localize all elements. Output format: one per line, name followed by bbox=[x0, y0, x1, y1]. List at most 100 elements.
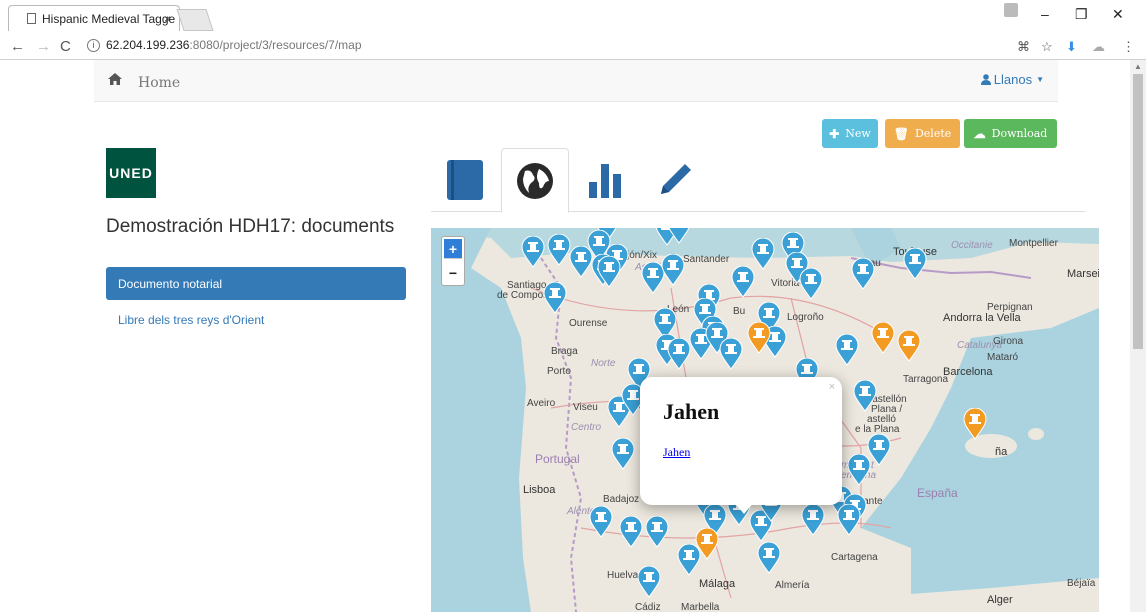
map-marker[interactable] bbox=[569, 245, 593, 278]
download-button[interactable]: ☁ Download bbox=[964, 119, 1057, 148]
map-pin-icon bbox=[569, 245, 593, 278]
popup-link[interactable]: Jahen bbox=[663, 445, 690, 460]
map-marker[interactable] bbox=[597, 255, 621, 288]
map-pin-icon bbox=[645, 515, 669, 548]
popup-tip bbox=[734, 502, 754, 514]
map-marker[interactable] bbox=[543, 281, 567, 314]
home-icon[interactable] bbox=[108, 73, 122, 85]
map-label: ña bbox=[995, 446, 1008, 458]
map-marker[interactable] bbox=[619, 515, 643, 548]
map-label: Porto bbox=[547, 366, 571, 377]
map-label: Cádiz bbox=[635, 602, 661, 612]
map-marker[interactable] bbox=[853, 379, 877, 412]
browser-tab[interactable]: Hispanic Medieval Tagge × bbox=[8, 5, 180, 31]
map-label: Ourense bbox=[569, 318, 608, 329]
sidebar-item-libre-dels-tres-reys[interactable]: Libre dels tres reys d'Orient bbox=[118, 313, 264, 327]
map-marker[interactable] bbox=[521, 235, 545, 268]
map-pin-icon bbox=[801, 503, 825, 536]
url-field[interactable]: i 62.204.199.236 :8080/project/3/resourc… bbox=[87, 38, 362, 52]
map-marker[interactable] bbox=[835, 333, 859, 366]
back-icon[interactable]: ← bbox=[10, 38, 25, 55]
map-marker[interactable] bbox=[897, 329, 921, 362]
map-marker[interactable] bbox=[645, 515, 669, 548]
map-pin-icon bbox=[695, 527, 719, 560]
reload-icon[interactable]: C bbox=[60, 38, 71, 55]
tab-close-icon[interactable]: × bbox=[164, 12, 171, 26]
popup-close-icon[interactable]: × bbox=[829, 381, 835, 393]
book-icon bbox=[447, 160, 483, 200]
map-marker[interactable] bbox=[747, 321, 771, 354]
map-marker[interactable] bbox=[667, 228, 691, 244]
tab-title: Hispanic Medieval Tagge bbox=[42, 11, 176, 26]
map-label: Barcelona bbox=[943, 366, 993, 378]
map-pin-icon bbox=[619, 515, 643, 548]
url-path: :8080/project/3/resources/7/map bbox=[189, 38, 362, 52]
map-pin-icon bbox=[597, 255, 621, 288]
map-marker[interactable] bbox=[661, 253, 685, 286]
map-label: Perpignan bbox=[987, 302, 1033, 313]
sidebar-item-documento-notarial[interactable]: Documento notarial bbox=[106, 267, 406, 300]
tab-map[interactable] bbox=[501, 148, 569, 213]
map-label: Santander bbox=[683, 254, 730, 265]
map-pin-icon bbox=[853, 379, 877, 412]
map-marker[interactable] bbox=[611, 437, 635, 470]
scroll-up-icon[interactable]: ▲ bbox=[1134, 62, 1142, 71]
map-label: Norte bbox=[591, 358, 616, 369]
map-marker[interactable] bbox=[589, 505, 613, 538]
download-extension-icon[interactable]: ⬇ bbox=[1066, 39, 1077, 55]
map-label: Málaga bbox=[699, 578, 736, 590]
tab-edit[interactable] bbox=[641, 148, 709, 212]
map-marker[interactable] bbox=[731, 265, 755, 298]
map-view[interactable]: + − Toulouse Occitanie Montpellier Marse… bbox=[431, 228, 1099, 612]
info-icon[interactable]: i bbox=[87, 38, 100, 52]
bookmark-star-icon[interactable]: ☆ bbox=[1041, 39, 1053, 55]
map-marker[interactable] bbox=[963, 407, 987, 440]
minimize-icon[interactable]: – bbox=[1041, 6, 1049, 22]
map-marker[interactable] bbox=[637, 565, 661, 598]
home-link[interactable]: Home bbox=[138, 75, 180, 91]
zoom-out-button[interactable]: − bbox=[442, 261, 464, 285]
map-marker[interactable] bbox=[871, 321, 895, 354]
zoom-control: + − bbox=[441, 236, 465, 286]
tab-statistics[interactable] bbox=[571, 148, 639, 212]
url-host: 62.204.199.236 bbox=[106, 38, 190, 52]
project-title: Demostración HDH17: documents bbox=[106, 216, 395, 237]
forward-icon[interactable]: → bbox=[36, 38, 51, 55]
restore-icon[interactable]: ❐ bbox=[1075, 6, 1088, 23]
window-close-icon[interactable]: ✕ bbox=[1112, 6, 1124, 23]
map-marker[interactable] bbox=[547, 233, 571, 266]
map-marker[interactable] bbox=[695, 527, 719, 560]
map-marker[interactable] bbox=[851, 257, 875, 290]
profile-icon[interactable] bbox=[1004, 3, 1018, 17]
extension-icon[interactable]: ☁ bbox=[1092, 39, 1105, 55]
globe-icon bbox=[517, 162, 553, 199]
map-marker[interactable] bbox=[801, 503, 825, 536]
map-marker[interactable] bbox=[847, 453, 871, 486]
map-pin-icon bbox=[667, 337, 691, 370]
bar-chart-icon bbox=[589, 164, 621, 198]
user-menu[interactable]: Llanos ▼ bbox=[980, 72, 1044, 87]
page: Home Llanos ▼ ✚ New 🗑 Delete ☁ Download … bbox=[0, 60, 1130, 612]
map-marker[interactable] bbox=[757, 541, 781, 574]
map-pin-icon bbox=[589, 505, 613, 538]
plus-icon: ✚ bbox=[829, 126, 840, 141]
new-tab-button[interactable] bbox=[176, 9, 214, 31]
map-marker[interactable] bbox=[799, 267, 823, 300]
translate-icon[interactable]: ⌘ bbox=[1017, 39, 1030, 55]
map-marker[interactable] bbox=[903, 247, 927, 280]
browser-titlebar: Hispanic Medieval Tagge × – ❐ ✕ bbox=[0, 0, 1146, 34]
map-label: Braga bbox=[551, 346, 578, 357]
page-scrollbar[interactable]: ▲ bbox=[1130, 60, 1146, 612]
scroll-thumb[interactable] bbox=[1133, 74, 1143, 349]
map-marker[interactable] bbox=[837, 503, 861, 536]
delete-button[interactable]: 🗑 Delete bbox=[885, 119, 960, 148]
map-pin-icon bbox=[903, 247, 927, 280]
map-marker[interactable] bbox=[667, 337, 691, 370]
map-marker[interactable] bbox=[719, 337, 743, 370]
view-tabs bbox=[431, 148, 1085, 213]
new-button[interactable]: ✚ New bbox=[822, 119, 878, 148]
zoom-in-button[interactable]: + bbox=[444, 239, 462, 259]
menu-kebab-icon[interactable]: ⋮ bbox=[1122, 39, 1135, 55]
tab-documents[interactable] bbox=[431, 148, 499, 212]
map-label: Tarragona bbox=[903, 374, 949, 385]
